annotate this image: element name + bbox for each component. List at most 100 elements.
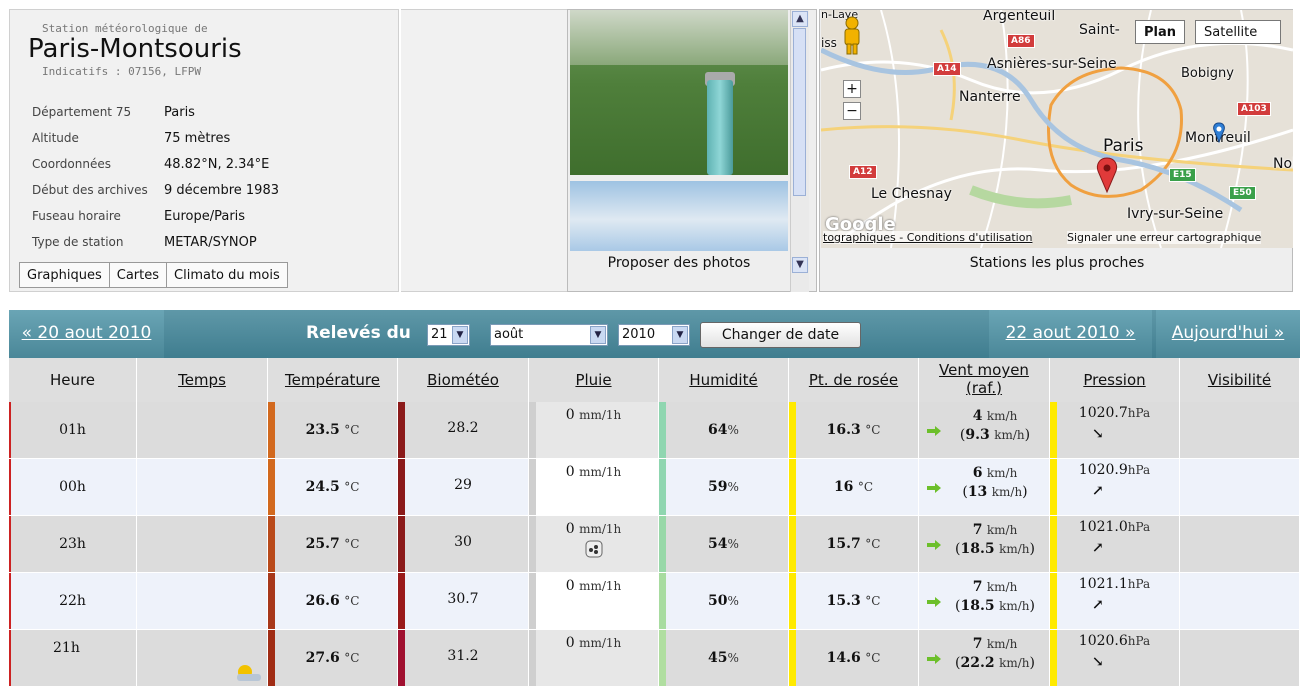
map-label-paris: Paris bbox=[1103, 136, 1144, 156]
cell-pression: 1021.0hPa ↗ bbox=[1050, 516, 1180, 572]
cell-heure: 21h bbox=[9, 630, 137, 686]
pressure-value: 1020.7 bbox=[1078, 405, 1128, 421]
tab-cartes[interactable]: Cartes bbox=[108, 262, 168, 288]
scroll-down-icon[interactable]: ▼ bbox=[792, 257, 808, 273]
info-row-altitude: Altitude 75 mètres bbox=[32, 128, 230, 148]
table-row: 00h 24.5 °C 29 0 mm/1h 59 % 16 °C 6 km/h… bbox=[9, 459, 1300, 515]
scroll-thumb[interactable] bbox=[793, 28, 806, 196]
map-report-error-link[interactable]: Signaler une erreur cartographique bbox=[1067, 231, 1262, 244]
map-label-noi: Noi bbox=[1273, 156, 1293, 172]
gust-unit: km/h bbox=[999, 599, 1030, 613]
today-link[interactable]: Aujourd'hui » bbox=[1156, 323, 1300, 343]
humidity-value: 54 bbox=[708, 536, 728, 552]
wind-value: 7 bbox=[972, 579, 983, 595]
cell-pression: 1021.1hPa ↗ bbox=[1050, 573, 1180, 629]
wind-unit: km/h bbox=[986, 580, 1018, 594]
header-humidite[interactable]: Humidité bbox=[659, 358, 789, 402]
cell-biometeo: 31.2 bbox=[398, 630, 529, 686]
station-name: Paris-Montsouris bbox=[28, 34, 242, 64]
info-value: 48.82°N, 2.34°E bbox=[164, 157, 270, 172]
table-row: 01h 23.5 °C 28.2 0 mm/1h 64 % 16.3 °C 4 … bbox=[9, 402, 1300, 458]
cell-vent: 4 km/h (9.3 km/h) bbox=[919, 402, 1050, 458]
hour-value: 21h bbox=[53, 640, 80, 656]
cell-humidite: 54% bbox=[659, 516, 789, 572]
dewpoint-unit: °C bbox=[865, 423, 881, 437]
road-badge-a103: A103 bbox=[1237, 102, 1271, 116]
info-value: Paris bbox=[164, 105, 195, 120]
wind-unit: km/h bbox=[986, 466, 1018, 480]
photos-panel: Proposer des photos ▲ ▼ bbox=[567, 9, 817, 292]
zoom-out-button[interactable]: − bbox=[843, 102, 861, 120]
chevron-down-icon[interactable]: ▼ bbox=[672, 326, 688, 344]
rain-unit: mm/1h bbox=[579, 408, 622, 422]
cell-pluie: 0 mm/1h bbox=[529, 459, 659, 515]
info-spacer bbox=[401, 9, 567, 292]
header-heure: Heure bbox=[9, 358, 137, 402]
header-temperature[interactable]: Température bbox=[268, 358, 398, 402]
month-select[interactable]: août ▼ bbox=[490, 324, 608, 346]
cell-biometeo: 29 bbox=[398, 459, 529, 515]
tab-graphiques[interactable]: Graphiques bbox=[19, 262, 110, 288]
photos-scrollbar[interactable]: ▲ ▼ bbox=[790, 10, 809, 292]
header-visibilite[interactable]: Visibilité bbox=[1180, 358, 1300, 402]
zoom-in-button[interactable]: + bbox=[843, 80, 861, 98]
station-marker-icon[interactable] bbox=[1095, 156, 1125, 204]
nearby-station-marker-icon[interactable] bbox=[1212, 122, 1226, 144]
map-canvas[interactable]: Argenteuil Saint- Asnières-sur-Seine Bob… bbox=[821, 10, 1293, 248]
table-row: 22h 26.6 °C 30.7 0 mm/1h 50 % 15.3 °C 7 … bbox=[9, 573, 1300, 629]
header-pluie[interactable]: Pluie bbox=[529, 358, 659, 402]
day-select[interactable]: 21 ▼ bbox=[427, 324, 470, 346]
prev-day-link[interactable]: « 20 aout 2010 bbox=[9, 323, 164, 343]
info-row-departement: Département 75 Paris bbox=[32, 102, 195, 122]
scroll-up-icon[interactable]: ▲ bbox=[792, 11, 808, 27]
dewpoint-value: 16 bbox=[833, 479, 854, 495]
pressure-trend-icon: ↗ bbox=[1092, 540, 1104, 556]
map-label-iss: iss bbox=[821, 36, 837, 50]
station-photo[interactable] bbox=[570, 10, 788, 175]
chevron-down-icon[interactable]: ▼ bbox=[452, 326, 468, 344]
header-vent-moyen[interactable]: Vent moyen bbox=[939, 361, 1029, 379]
pressure-trend-icon: ↗ bbox=[1092, 483, 1104, 499]
header-biometeo[interactable]: Biométéo bbox=[398, 358, 529, 402]
wind-value: 7 bbox=[972, 636, 983, 652]
cell-vent: 7 km/h (18.5 km/h) bbox=[919, 516, 1050, 572]
tab-climato-du-mois[interactable]: Climato du mois bbox=[166, 262, 288, 288]
wind-unit: km/h bbox=[986, 637, 1018, 651]
dewpoint-value: 15.7 bbox=[826, 536, 861, 552]
header-pression[interactable]: Pression bbox=[1050, 358, 1180, 402]
header-vent[interactable]: Vent moyen (raf.) bbox=[919, 358, 1050, 402]
cell-vent: 6 km/h (13 km/h) bbox=[919, 459, 1050, 515]
cell-visibilite bbox=[1180, 630, 1300, 686]
rain-unit: mm/1h bbox=[579, 465, 622, 479]
year-select[interactable]: 2010 ▼ bbox=[618, 324, 690, 346]
info-value: METAR/SYNOP bbox=[164, 235, 257, 250]
info-key: Altitude bbox=[32, 131, 79, 145]
next-day-link[interactable]: 22 aout 2010 » bbox=[989, 323, 1152, 343]
chevron-down-icon[interactable]: ▼ bbox=[590, 326, 606, 344]
map-label-saint: Saint- bbox=[1079, 22, 1120, 38]
cell-pt-rosee: 14.6 °C bbox=[789, 630, 919, 686]
temperature-unit: °C bbox=[344, 480, 360, 494]
header-temps[interactable]: Temps bbox=[137, 358, 268, 402]
cell-heure: 00h bbox=[9, 459, 137, 515]
wind-unit: km/h bbox=[986, 409, 1018, 423]
change-date-button[interactable]: Changer de date bbox=[700, 322, 861, 348]
pressure-unit: hPa bbox=[1127, 406, 1151, 420]
wind-value: 4 bbox=[972, 408, 983, 424]
map-type-satellite-button[interactable]: Satellite bbox=[1195, 20, 1281, 44]
releves-label: Relevés du bbox=[306, 323, 411, 343]
map-type-plan-button[interactable]: Plan bbox=[1135, 20, 1186, 44]
sky-photo[interactable] bbox=[570, 181, 788, 251]
nearby-stations-link[interactable]: Stations les plus proches bbox=[820, 255, 1294, 271]
cell-heure: 23h bbox=[9, 516, 137, 572]
header-vent-rafales[interactable]: (raf.) bbox=[966, 379, 1002, 397]
pegman-icon[interactable] bbox=[841, 16, 863, 56]
pressure-unit: hPa bbox=[1127, 577, 1151, 591]
cell-visibilite bbox=[1180, 459, 1300, 515]
map-terms-link[interactable]: tographiques - Conditions d'utilisation bbox=[823, 231, 1033, 244]
header-pt-rosee[interactable]: Pt. de rosée bbox=[789, 358, 919, 402]
propose-photos-link[interactable]: Proposer des photos bbox=[570, 255, 788, 271]
cell-pt-rosee: 15.3 °C bbox=[789, 573, 919, 629]
cell-temps bbox=[137, 459, 268, 515]
info-key: Département 75 bbox=[32, 105, 132, 119]
